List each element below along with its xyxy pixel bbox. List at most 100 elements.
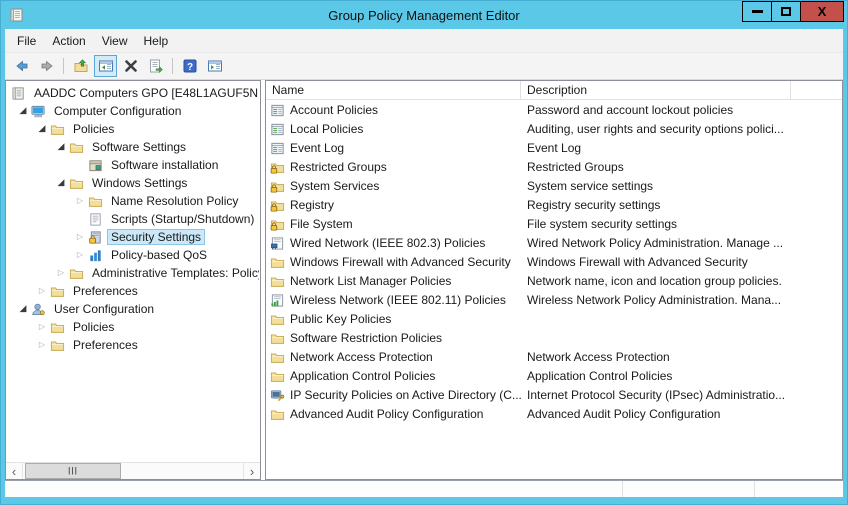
expanded-expander-icon[interactable]: ◢ [53, 174, 69, 192]
scroll-right-icon: › [250, 464, 254, 479]
help-button[interactable]: ? [178, 55, 201, 77]
export-list-button[interactable] [144, 55, 167, 77]
forward-button[interactable] [35, 55, 58, 77]
list-item-name: Application Control Policies [290, 369, 435, 383]
status-segment [623, 481, 755, 497]
expanded-expander-icon[interactable]: ◢ [34, 120, 50, 138]
list-item-description: Password and account lockout policies [521, 103, 791, 117]
list-item-name: Event Log [290, 141, 344, 155]
list-item-name: Wired Network (IEEE 802.3) Policies [290, 236, 485, 250]
delete-button[interactable] [119, 55, 142, 77]
list-item-software-restriction-policies[interactable]: Software Restriction Policies [266, 328, 842, 347]
close-button[interactable]: X [800, 1, 844, 22]
tree-item-label: Preferences [69, 337, 142, 353]
list-item-description: Wired Network Policy Administration. Man… [521, 236, 791, 250]
collapsed-expander-icon[interactable]: ▷ [34, 282, 50, 300]
list-item-network-list-manager-policies[interactable]: Network List Manager PoliciesNetwork nam… [266, 271, 842, 290]
folder-icon [50, 121, 66, 137]
policy-ledger-icon [270, 102, 286, 118]
list-item-event-log[interactable]: Event LogEvent Log [266, 138, 842, 157]
tree-item-name-resolution-policy[interactable]: ▷Name Resolution Policy [6, 192, 260, 210]
tree-item-security-settings[interactable]: ▷Security Settings [6, 228, 260, 246]
tree-item-label: Policies [69, 319, 118, 335]
list-item-application-control-policies[interactable]: Application Control PoliciesApplication … [266, 366, 842, 385]
folder-icon [270, 273, 286, 289]
scroll-right-button[interactable]: › [243, 463, 260, 479]
scroll-left-button[interactable]: ‹ [6, 463, 23, 479]
list-item-description: System service settings [521, 179, 791, 193]
lock-folder-icon [270, 197, 286, 213]
tree-item-administrative-templates-policy[interactable]: ▷Administrative Templates: Policy [6, 264, 260, 282]
show-action-pane-button[interactable] [203, 55, 226, 77]
list-item-name-cell: Restricted Groups [266, 159, 521, 175]
list-item-system-services[interactable]: System ServicesSystem service settings [266, 176, 842, 195]
window-title: Group Policy Management Editor [1, 8, 847, 23]
export-list-icon [148, 58, 164, 74]
list-item-account-policies[interactable]: Account PoliciesPassword and account loc… [266, 100, 842, 119]
up-one-level-button[interactable] [69, 55, 92, 77]
tree-item-policy-based-qos[interactable]: ▷Policy-based QoS [6, 246, 260, 264]
list-item-name: File System [290, 217, 353, 231]
collapsed-expander-icon[interactable]: ▷ [53, 264, 69, 282]
minimize-icon [752, 10, 763, 13]
menu-file[interactable]: File [9, 31, 44, 51]
tree-item-aaddc-computers-gpo-e48l1aguf5ndc[interactable]: AADDC Computers GPO [E48L1AGUF5NDC [6, 84, 260, 102]
tree-item-scripts-startup-shutdown[interactable]: Scripts (Startup/Shutdown) [6, 210, 260, 228]
tree-item-computer-configuration[interactable]: ◢Computer Configuration [6, 102, 260, 120]
list-item-name-cell: Wired Network (IEEE 802.3) Policies [266, 235, 521, 251]
tree-item-windows-settings[interactable]: ◢Windows Settings [6, 174, 260, 192]
folder-icon [50, 319, 66, 335]
collapsed-expander-icon[interactable]: ▷ [72, 228, 88, 246]
close-icon: X [818, 4, 827, 19]
folder-icon [50, 283, 66, 299]
help-icon: ? [182, 58, 198, 74]
collapsed-expander-icon[interactable]: ▷ [72, 246, 88, 264]
tree-item-preferences[interactable]: ▷ Preferences [6, 336, 260, 354]
list-body: Account PoliciesPassword and account loc… [266, 100, 842, 479]
tree-item-policies[interactable]: ◢Policies [6, 120, 260, 138]
list-item-ip-security-policies-on-active-directory-c[interactable]: IP Security Policies on Active Directory… [266, 385, 842, 404]
menu-help[interactable]: Help [136, 31, 177, 51]
scrollbar-track[interactable]: ||| [23, 463, 243, 479]
minimize-button[interactable] [742, 1, 772, 22]
scrollbar-grip-icon: ||| [68, 467, 78, 475]
expanded-expander-icon[interactable]: ◢ [15, 300, 31, 318]
list-item-file-system[interactable]: File SystemFile system security settings [266, 214, 842, 233]
back-button[interactable] [10, 55, 33, 77]
expanded-expander-icon[interactable]: ◢ [15, 102, 31, 120]
collapsed-expander-icon[interactable]: ▷ [34, 318, 50, 336]
title-bar[interactable]: Group Policy Management Editor X [1, 1, 847, 29]
list-item-local-policies[interactable]: Local PoliciesAuditing, user rights and … [266, 119, 842, 138]
expanded-expander-icon[interactable]: ◢ [53, 138, 69, 156]
column-header-name[interactable]: Name [266, 81, 521, 99]
list-item-registry[interactable]: RegistryRegistry security settings [266, 195, 842, 214]
tree-item-user-configuration[interactable]: ◢User Configuration [6, 300, 260, 318]
menu-view[interactable]: View [94, 31, 136, 51]
list-item-name-cell: Windows Firewall with Advanced Security [266, 254, 521, 270]
list-item-restricted-groups[interactable]: Restricted GroupsRestricted Groups [266, 157, 842, 176]
lock-folder-icon [270, 178, 286, 194]
list-item-network-access-protection[interactable]: Network Access ProtectionNetwork Access … [266, 347, 842, 366]
list-item-wired-network-ieee-802-3-policies[interactable]: Wired Network (IEEE 802.3) Policies Wired… [266, 233, 842, 252]
list-item-wireless-network-ieee-802-11-policies[interactable]: Wireless Network (IEEE 802.11) PoliciesW… [266, 290, 842, 309]
list-item-public-key-policies[interactable]: Public Key Policies [266, 309, 842, 328]
tree-item-preferences[interactable]: ▷ Preferences [6, 282, 260, 300]
folder-icon [69, 139, 85, 155]
tree-item-policies[interactable]: ▷ Policies [6, 318, 260, 336]
column-header-description[interactable]: Description [521, 81, 791, 99]
list-item-advanced-audit-policy-configuration[interactable]: Advanced Audit Policy ConfigurationAdvan… [266, 404, 842, 423]
menu-action[interactable]: Action [44, 31, 93, 51]
collapsed-expander-icon[interactable]: ▷ [72, 192, 88, 210]
folder-icon [270, 254, 286, 270]
maximize-button[interactable] [771, 1, 801, 22]
tree-item-software-settings[interactable]: ◢Software Settings [6, 138, 260, 156]
tree-item-software-installation[interactable]: Software installation [6, 156, 260, 174]
list-item-windows-firewall-with-advanced-security[interactable]: Windows Firewall with Advanced SecurityW… [266, 252, 842, 271]
list-item-name-cell: File System [266, 216, 521, 232]
collapsed-expander-icon[interactable]: ▷ [34, 336, 50, 354]
scrollbar-thumb[interactable]: ||| [25, 463, 121, 479]
list-item-name: Wireless Network (IEEE 802.11) Policies [290, 293, 506, 307]
tree-item-label: Preferences [69, 283, 142, 299]
list-header: NameDescription [266, 81, 842, 100]
show-console-tree-button[interactable] [94, 55, 117, 77]
